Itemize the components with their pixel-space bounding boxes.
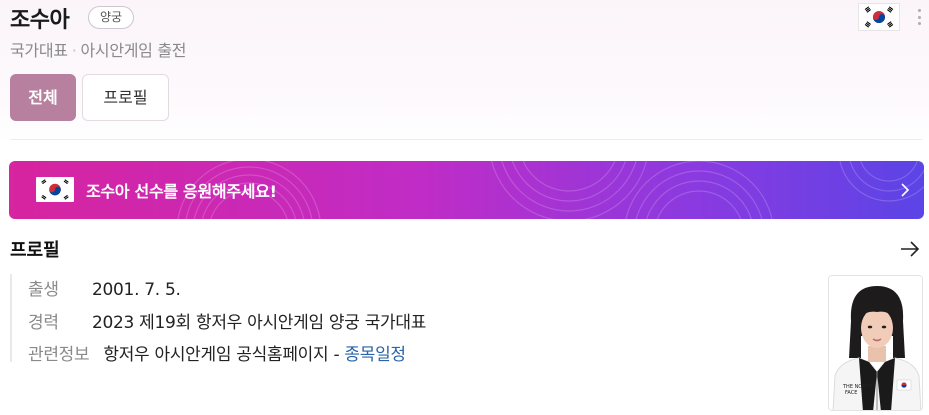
profile-row-related: 관련정보 항저우 아시안게임 공식홈페이지 - 종목일정 [28, 340, 406, 365]
birth-label: 출생 [28, 280, 59, 300]
subtitle-team: 국가대표 [10, 41, 68, 60]
profile-info-bar [10, 274, 12, 362]
athlete-name: 조수아 [10, 8, 70, 33]
athlete-photo[interactable]: THE NORTH FACE [828, 275, 923, 411]
subtitle-separator: · [71, 41, 77, 60]
profile-row-birth: 출생 2001. 7. 5. [28, 275, 181, 300]
related-label: 관련정보 [28, 345, 90, 365]
more-options-icon[interactable] [912, 6, 926, 28]
birth-value: 2001. 7. 5. [92, 280, 181, 300]
section-divider [10, 139, 922, 140]
career-label: 경력 [28, 313, 59, 333]
svg-text:FACE: FACE [845, 390, 857, 396]
cheer-banner[interactable]: 조수아 선수를 응원해주세요! [9, 161, 924, 219]
korea-flag-icon [858, 3, 900, 31]
athlete-subtitle: 국가대표 · 아시안게임 출전 [10, 37, 187, 61]
subtitle-event: 아시안게임 출전 [80, 41, 187, 60]
sport-badge: 양궁 [88, 6, 134, 29]
tab-all[interactable]: 전체 [10, 74, 76, 121]
arrow-right-icon[interactable] [900, 240, 920, 258]
related-value: 항저우 아시안게임 공식홈페이지 - [103, 345, 340, 365]
profile-section-title: 프로필 [10, 240, 60, 261]
schedule-link[interactable]: 종목일정 [344, 345, 406, 365]
career-value: 2023 제19회 항저우 아시안게임 양궁 국가대표 [92, 313, 427, 333]
banner-text: 조수아 선수를 응원해주세요! [86, 182, 277, 201]
banner-korea-flag-icon [36, 177, 74, 202]
tab-profile[interactable]: 프로필 [82, 74, 169, 121]
profile-row-career: 경력 2023 제19회 항저우 아시안게임 양궁 국가대표 [28, 308, 427, 333]
chevron-right-icon [901, 183, 910, 197]
